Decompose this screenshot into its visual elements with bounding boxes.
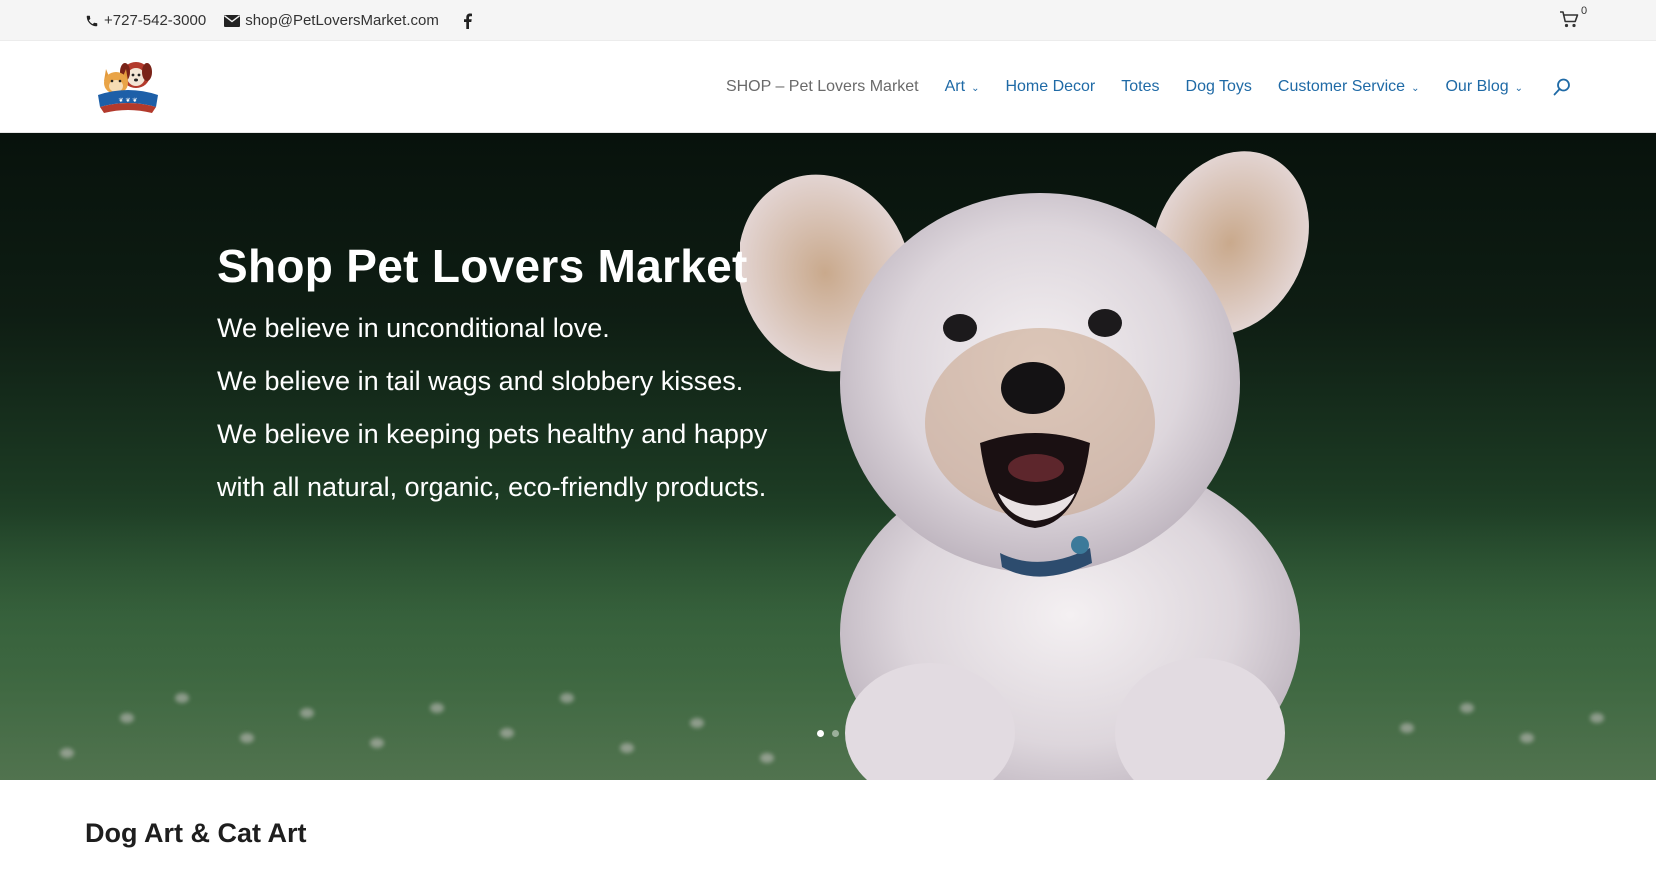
contact-info: +727-542-3000 shop@PetLoversMarket.com: [85, 0, 472, 41]
nav-item-customer-service[interactable]: Customer Service ⌄: [1278, 78, 1420, 96]
chevron-down-icon: ⌄: [971, 82, 980, 94]
nav-item-home-decor[interactable]: Home Decor: [1005, 78, 1095, 96]
slider-dots: [817, 730, 839, 737]
site-header: ❦ ❦ ❦ SHOP – Pet Lovers Market Art ⌄ Hom…: [0, 41, 1656, 133]
facebook-link[interactable]: [463, 13, 472, 29]
cart-count: 0: [1581, 5, 1588, 17]
search-button[interactable]: [1553, 78, 1571, 96]
email-address: shop@PetLoversMarket.com: [245, 12, 439, 29]
chevron-down-icon: ⌄: [1411, 82, 1420, 94]
hero-tagline: with all natural, organic, eco-friendly …: [217, 472, 767, 502]
cart-button[interactable]: 0: [1559, 5, 1589, 34]
phone-icon: [86, 15, 98, 26]
nav-item-our-blog[interactable]: Our Blog ⌄: [1445, 78, 1523, 96]
nav-item-art[interactable]: Art ⌄: [945, 78, 980, 96]
hero-content: Shop Pet Lovers Market We believe in unc…: [217, 236, 767, 514]
chevron-down-icon: ⌄: [1514, 82, 1523, 94]
hero-title: Shop Pet Lovers Market: [217, 240, 748, 292]
svg-text:❦ ❦ ❦: ❦ ❦ ❦: [119, 97, 138, 104]
phone-number: +727-542-3000: [104, 12, 207, 29]
top-bar: +727-542-3000 shop@PetLoversMarket.com 0: [0, 0, 1656, 41]
facebook-icon: [463, 13, 472, 29]
hero-tagline: We believe in unconditional love.: [217, 313, 610, 343]
main-nav: SHOP – Pet Lovers Market Art ⌄ Home Deco…: [726, 41, 1571, 133]
section-title: Dog Art & Cat Art: [85, 818, 307, 848]
slider-dot-1[interactable]: [817, 730, 824, 737]
hero-tagline: We believe in tail wags and slobbery kis…: [217, 366, 744, 396]
email-link[interactable]: shop@PetLoversMarket.com: [224, 12, 439, 29]
hero-tagline: We believe in keeping pets healthy and h…: [217, 419, 768, 449]
pet-lovers-market-logo: ❦ ❦ ❦: [98, 62, 158, 113]
nav-item-shop[interactable]: SHOP – Pet Lovers Market: [726, 78, 919, 96]
envelope-icon: [224, 14, 241, 27]
slider-dot-2[interactable]: [832, 730, 839, 737]
dog-photo: [740, 151, 1309, 780]
hero-slider[interactable]: Shop Pet Lovers Market We believe in unc…: [0, 133, 1656, 780]
nav-item-totes[interactable]: Totes: [1121, 78, 1159, 96]
phone-link[interactable]: +727-542-3000: [85, 12, 206, 29]
search-icon: [1553, 78, 1570, 96]
nav-item-dog-toys[interactable]: Dog Toys: [1186, 78, 1252, 96]
shopping-cart-icon: [1560, 11, 1579, 28]
site-logo[interactable]: ❦ ❦ ❦: [96, 55, 160, 119]
